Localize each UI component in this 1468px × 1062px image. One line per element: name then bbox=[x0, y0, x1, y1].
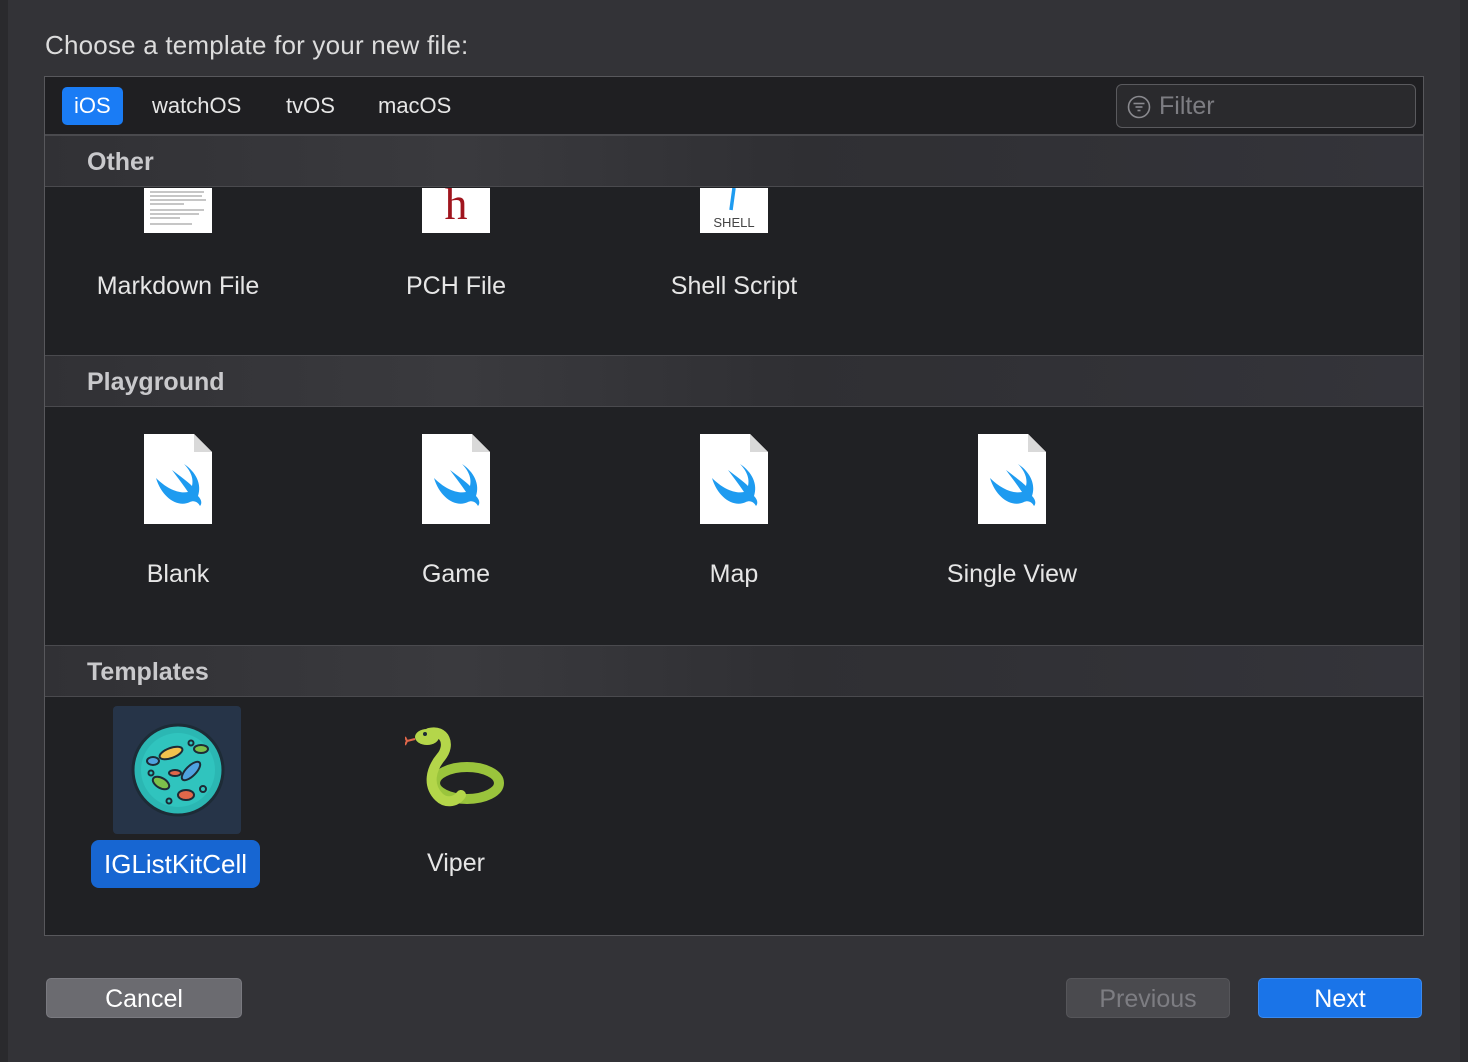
swift-file-icon bbox=[700, 434, 768, 524]
section-header-playground: Playground bbox=[45, 355, 1423, 407]
template-item-label: IGListKitCell bbox=[91, 840, 261, 888]
tab-watchos[interactable]: watchOS bbox=[140, 87, 253, 125]
template-item-blank[interactable]: Blank bbox=[63, 434, 293, 604]
shell-script-icon: SHELL bbox=[700, 188, 768, 233]
template-item-markdown-file[interactable]: Markdown File bbox=[63, 188, 293, 338]
snake-icon bbox=[405, 727, 504, 807]
tab-tvos[interactable]: tvOS bbox=[274, 87, 347, 125]
template-item-single-view[interactable]: Single View bbox=[897, 434, 1127, 604]
swift-file-icon bbox=[978, 434, 1046, 524]
pch-glyph: h bbox=[445, 188, 468, 229]
filter-input[interactable] bbox=[1159, 91, 1399, 121]
template-item-shell-script[interactable]: SHELL Shell Script bbox=[619, 188, 849, 338]
dialog-title: Choose a template for your new file: bbox=[45, 30, 469, 60]
markdown-file-icon bbox=[144, 188, 212, 233]
swift-file-icon bbox=[144, 434, 212, 524]
template-item-game[interactable]: Game bbox=[341, 434, 571, 604]
filter-field[interactable] bbox=[1116, 84, 1416, 128]
template-item-label: Viper bbox=[427, 849, 485, 877]
pch-file-icon: h bbox=[422, 188, 490, 233]
template-item-label: PCH File bbox=[405, 272, 506, 300]
template-item-label: Blank bbox=[146, 560, 210, 588]
template-item-iglistkitcell[interactable]: IGListKitCell bbox=[45, 697, 275, 897]
shell-glyph: SHELL bbox=[713, 215, 754, 230]
template-item-label: Markdown File bbox=[96, 272, 260, 300]
swift-file-icon bbox=[422, 434, 490, 524]
template-item-label: Map bbox=[709, 560, 759, 588]
section-header-templates: Templates bbox=[45, 645, 1423, 697]
template-item-label: Single View bbox=[946, 560, 1078, 588]
template-item-label: Game bbox=[421, 560, 491, 588]
template-item-map[interactable]: Map bbox=[619, 434, 849, 604]
previous-button[interactable]: Previous bbox=[1066, 978, 1230, 1018]
section-header-other: Other bbox=[45, 135, 1423, 187]
template-item-label: Shell Script bbox=[670, 272, 798, 300]
tab-ios[interactable]: iOS bbox=[62, 87, 123, 125]
filter-icon bbox=[1127, 95, 1151, 119]
cancel-button[interactable]: Cancel bbox=[46, 978, 242, 1018]
platform-tab-bar: iOS watchOS tvOS macOS bbox=[45, 77, 1423, 135]
section-title-templates: Templates bbox=[87, 658, 209, 686]
template-browser: iOS watchOS tvOS macOS Other bbox=[44, 76, 1424, 936]
template-item-viper[interactable]: Viper bbox=[341, 697, 571, 897]
next-button[interactable]: Next bbox=[1258, 978, 1422, 1018]
section-title-other: Other bbox=[87, 148, 154, 176]
tab-macos[interactable]: macOS bbox=[366, 87, 463, 125]
section-title-playground: Playground bbox=[87, 368, 225, 396]
bacteria-icon bbox=[131, 723, 225, 817]
template-item-pch-file[interactable]: h PCH File bbox=[341, 188, 571, 338]
